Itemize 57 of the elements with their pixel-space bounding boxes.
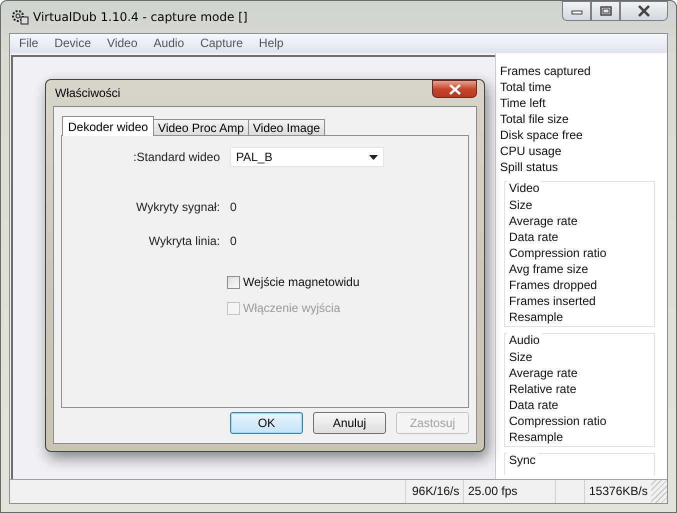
status-text: 25.00 fps bbox=[464, 480, 556, 503]
stat-label: Frames inserted bbox=[509, 293, 597, 309]
checkbox[interactable] bbox=[227, 276, 240, 288]
stat-label: Disk space free bbox=[500, 127, 584, 143]
field-value: 0 bbox=[230, 200, 238, 214]
menu-item[interactable]: Capture bbox=[192, 34, 251, 53]
menu-item[interactable]: File bbox=[11, 34, 46, 53]
caret-icon bbox=[369, 154, 378, 160]
stat-label: Spill status bbox=[500, 159, 560, 175]
tab[interactable]: Video Proc Amp bbox=[153, 119, 249, 135]
resize-grip-icon[interactable] bbox=[651, 480, 667, 503]
stat-label: Size bbox=[509, 349, 534, 365]
stat-label: Resample bbox=[509, 429, 564, 445]
field-label: Wykryta linia: bbox=[148, 234, 220, 248]
stat-label: Avg frame size bbox=[509, 261, 590, 277]
stat-label: Average rate bbox=[509, 213, 578, 229]
dialog-button[interactable]: Anuluj bbox=[313, 412, 386, 434]
stat-label: Total time bbox=[500, 79, 552, 95]
tab[interactable]: Dekoder wideo bbox=[62, 116, 154, 136]
window-title: VirtualDub 1.10.4 - capture mode [] bbox=[33, 10, 248, 24]
checkbox-label: Wejście magnetowidu bbox=[243, 275, 360, 289]
dialog-title: Właściwości bbox=[54, 86, 120, 100]
stat-label: Size bbox=[509, 197, 534, 213]
tab[interactable]: Video Image bbox=[248, 119, 326, 135]
stat-label: Frames captured bbox=[500, 63, 592, 79]
field-label: :Standard wideo bbox=[132, 150, 220, 164]
maximize-icon bbox=[600, 6, 612, 16]
stat-label: Data rate bbox=[509, 397, 560, 413]
minimize-button[interactable] bbox=[562, 1, 591, 21]
stat-label: Relative rate bbox=[509, 381, 578, 397]
maximize-button[interactable] bbox=[591, 1, 620, 21]
stat-label: Compression ratio bbox=[509, 413, 608, 429]
stat-label: Frames dropped bbox=[509, 277, 598, 293]
menu-item[interactable]: Audio bbox=[146, 34, 192, 53]
stat-label: CPU usage bbox=[500, 143, 562, 159]
status-text: 15376KB/s bbox=[584, 480, 651, 503]
stat-label: Data rate bbox=[509, 229, 560, 245]
dropdown[interactable]: PAL_B bbox=[230, 147, 384, 167]
menu-item[interactable]: Video bbox=[99, 34, 146, 53]
group-title: Sync bbox=[507, 452, 538, 468]
gear-icon bbox=[11, 9, 29, 25]
close-icon bbox=[448, 84, 462, 94]
close-icon bbox=[637, 5, 651, 17]
field-value: 0 bbox=[230, 234, 238, 248]
field-label: Wykryty sygnał: bbox=[135, 200, 220, 214]
close-button[interactable] bbox=[620, 1, 668, 21]
stat-label: Time left bbox=[500, 95, 547, 111]
menu-item[interactable]: Device bbox=[46, 34, 100, 53]
stat-label: Average rate bbox=[509, 365, 578, 381]
status-text: 96K/16/s bbox=[406, 480, 464, 503]
menu-item[interactable]: Help bbox=[250, 34, 292, 53]
close-button[interactable] bbox=[432, 80, 477, 98]
stat-label: Resample bbox=[509, 309, 564, 325]
dialog-button[interactable]: OK bbox=[230, 412, 303, 434]
stat-label: Total file size bbox=[500, 111, 570, 127]
stat-label: Compression ratio bbox=[509, 245, 608, 261]
checkbox-label: Włączenie wyjścia bbox=[243, 301, 340, 315]
